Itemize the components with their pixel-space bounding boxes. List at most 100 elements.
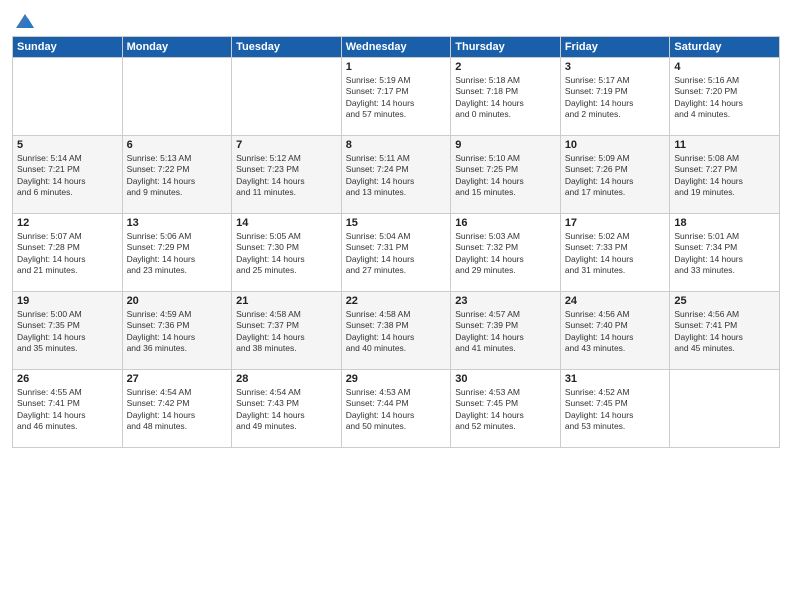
calendar-page: SundayMondayTuesdayWednesdayThursdayFrid… [0,0,792,612]
calendar-cell: 16Sunrise: 5:03 AM Sunset: 7:32 PM Dayli… [451,214,561,292]
day-info: Sunrise: 5:10 AM Sunset: 7:25 PM Dayligh… [455,153,556,199]
calendar-header-tuesday: Tuesday [232,37,342,58]
day-number: 15 [346,217,447,229]
calendar-cell: 3 Sunrise: 5:17 AM Sunset: 7:19 PM Daylig… [560,58,670,136]
day-number: 1 [346,61,447,73]
calendar-cell: 18 Sunrise: 5:01 AM Sunset: 7:34 PM Dayli… [670,214,780,292]
day-info: Sunrise: 4:55 AM Sunset: 7:41 PM Dayligh… [17,387,118,433]
calendar-cell: 19 Sunrise: 5:00 AM Sunset: 7:35 PM Dayli… [13,292,123,370]
day-number: 9 [455,139,556,151]
calendar-cell: 20 Sunrise: 4:59 AM Sunset: 7:36 PM Dayli… [122,292,232,370]
calendar-cell: 17 Sunrise: 5:02 AM Sunset: 7:33 PM Dayli… [560,214,670,292]
day-number: 11 [674,139,775,151]
day-number: 18 [674,217,775,229]
day-info: Sunrise: 4:58 AM Sunset: 7:37 PM Dayligh… [236,309,337,355]
day-number: 16 [455,217,556,229]
day-info: Sunrise: 4:52 AM Sunset: 7:45 PM Dayligh… [565,387,666,433]
day-info: Sunrise: 5:17 AM Sunset: 7:19 PM Dayligh… [565,75,666,121]
day-info: Sunrise: 5:12 AM Sunset: 7:23 PM Dayligh… [236,153,337,199]
day-info: Sunrise: 4:56 AM Sunset: 7:40 PM Dayligh… [565,309,666,355]
calendar-cell: 9 Sunrise: 5:10 AM Sunset: 7:25 PM Daylig… [451,136,561,214]
calendar-cell: 31 Sunrise: 4:52 AM Sunset: 7:45 PM Dayli… [560,370,670,448]
logo-icon [14,10,36,32]
calendar-cell: 6Sunrise: 5:13 AM Sunset: 7:22 PM Daylig… [122,136,232,214]
day-number: 21 [236,295,337,307]
day-info: Sunrise: 4:59 AM Sunset: 7:36 PM Dayligh… [127,309,228,355]
day-info: Sunrise: 5:08 AM Sunset: 7:27 PM Dayligh… [674,153,775,199]
calendar-cell: 13Sunrise: 5:06 AM Sunset: 7:29 PM Dayli… [122,214,232,292]
calendar-header-sunday: Sunday [13,37,123,58]
day-number: 17 [565,217,666,229]
day-number: 5 [17,139,118,151]
calendar-cell: 11 Sunrise: 5:08 AM Sunset: 7:27 PM Dayli… [670,136,780,214]
calendar-week-row: 12Sunrise: 5:07 AM Sunset: 7:28 PM Dayli… [13,214,780,292]
day-info: Sunrise: 5:09 AM Sunset: 7:26 PM Dayligh… [565,153,666,199]
calendar-header-wednesday: Wednesday [341,37,451,58]
day-info: Sunrise: 4:58 AM Sunset: 7:38 PM Dayligh… [346,309,447,355]
calendar-week-row: 1Sunrise: 5:19 AM Sunset: 7:17 PM Daylig… [13,58,780,136]
calendar-week-row: 5 Sunrise: 5:14 AM Sunset: 7:21 PM Daylig… [13,136,780,214]
calendar-cell: 15 Sunrise: 5:04 AM Sunset: 7:31 PM Dayli… [341,214,451,292]
day-info: Sunrise: 4:56 AM Sunset: 7:41 PM Dayligh… [674,309,775,355]
header [12,10,780,28]
day-number: 26 [17,373,118,385]
calendar-cell: 26 Sunrise: 4:55 AM Sunset: 7:41 PM Dayli… [13,370,123,448]
logo [12,10,36,28]
calendar-cell: 22 Sunrise: 4:58 AM Sunset: 7:38 PM Dayli… [341,292,451,370]
day-info: Sunrise: 4:57 AM Sunset: 7:39 PM Dayligh… [455,309,556,355]
day-info: Sunrise: 5:01 AM Sunset: 7:34 PM Dayligh… [674,231,775,277]
day-info: Sunrise: 5:05 AM Sunset: 7:30 PM Dayligh… [236,231,337,277]
calendar-cell: 4 Sunrise: 5:16 AM Sunset: 7:20 PM Daylig… [670,58,780,136]
calendar-cell: 29 Sunrise: 4:53 AM Sunset: 7:44 PM Dayli… [341,370,451,448]
day-number: 23 [455,295,556,307]
day-number: 24 [565,295,666,307]
day-info: Sunrise: 5:04 AM Sunset: 7:31 PM Dayligh… [346,231,447,277]
day-number: 31 [565,373,666,385]
calendar-cell: 8Sunrise: 5:11 AM Sunset: 7:24 PM Daylig… [341,136,451,214]
day-number: 19 [17,295,118,307]
calendar-header-friday: Friday [560,37,670,58]
calendar-header-monday: Monday [122,37,232,58]
day-info: Sunrise: 4:53 AM Sunset: 7:45 PM Dayligh… [455,387,556,433]
day-number: 8 [346,139,447,151]
calendar-header-thursday: Thursday [451,37,561,58]
calendar-header-row: SundayMondayTuesdayWednesdayThursdayFrid… [13,37,780,58]
day-number: 22 [346,295,447,307]
calendar-week-row: 19 Sunrise: 5:00 AM Sunset: 7:35 PM Dayli… [13,292,780,370]
day-number: 14 [236,217,337,229]
calendar-cell [13,58,123,136]
calendar-cell: 10Sunrise: 5:09 AM Sunset: 7:26 PM Dayli… [560,136,670,214]
calendar-cell [122,58,232,136]
day-number: 3 [565,61,666,73]
calendar-week-row: 26 Sunrise: 4:55 AM Sunset: 7:41 PM Dayli… [13,370,780,448]
day-number: 13 [127,217,228,229]
calendar-cell: 30Sunrise: 4:53 AM Sunset: 7:45 PM Dayli… [451,370,561,448]
day-info: Sunrise: 4:53 AM Sunset: 7:44 PM Dayligh… [346,387,447,433]
day-info: Sunrise: 4:54 AM Sunset: 7:42 PM Dayligh… [127,387,228,433]
calendar-cell: 2Sunrise: 5:18 AM Sunset: 7:18 PM Daylig… [451,58,561,136]
day-info: Sunrise: 5:00 AM Sunset: 7:35 PM Dayligh… [17,309,118,355]
day-number: 29 [346,373,447,385]
day-info: Sunrise: 5:16 AM Sunset: 7:20 PM Dayligh… [674,75,775,121]
day-number: 12 [17,217,118,229]
calendar-cell: 7Sunrise: 5:12 AM Sunset: 7:23 PM Daylig… [232,136,342,214]
calendar-cell: 27 Sunrise: 4:54 AM Sunset: 7:42 PM Dayli… [122,370,232,448]
day-number: 20 [127,295,228,307]
day-number: 25 [674,295,775,307]
calendar-cell: 12Sunrise: 5:07 AM Sunset: 7:28 PM Dayli… [13,214,123,292]
calendar-table: SundayMondayTuesdayWednesdayThursdayFrid… [12,36,780,448]
day-number: 6 [127,139,228,151]
day-number: 28 [236,373,337,385]
day-info: Sunrise: 5:14 AM Sunset: 7:21 PM Dayligh… [17,153,118,199]
day-info: Sunrise: 5:02 AM Sunset: 7:33 PM Dayligh… [565,231,666,277]
day-number: 2 [455,61,556,73]
calendar-cell: 21 Sunrise: 4:58 AM Sunset: 7:37 PM Dayli… [232,292,342,370]
day-number: 4 [674,61,775,73]
day-info: Sunrise: 4:54 AM Sunset: 7:43 PM Dayligh… [236,387,337,433]
calendar-cell: 28 Sunrise: 4:54 AM Sunset: 7:43 PM Dayli… [232,370,342,448]
day-number: 27 [127,373,228,385]
calendar-cell: 23 Sunrise: 4:57 AM Sunset: 7:39 PM Dayli… [451,292,561,370]
calendar-cell [670,370,780,448]
calendar-header-saturday: Saturday [670,37,780,58]
calendar-cell: 1Sunrise: 5:19 AM Sunset: 7:17 PM Daylig… [341,58,451,136]
